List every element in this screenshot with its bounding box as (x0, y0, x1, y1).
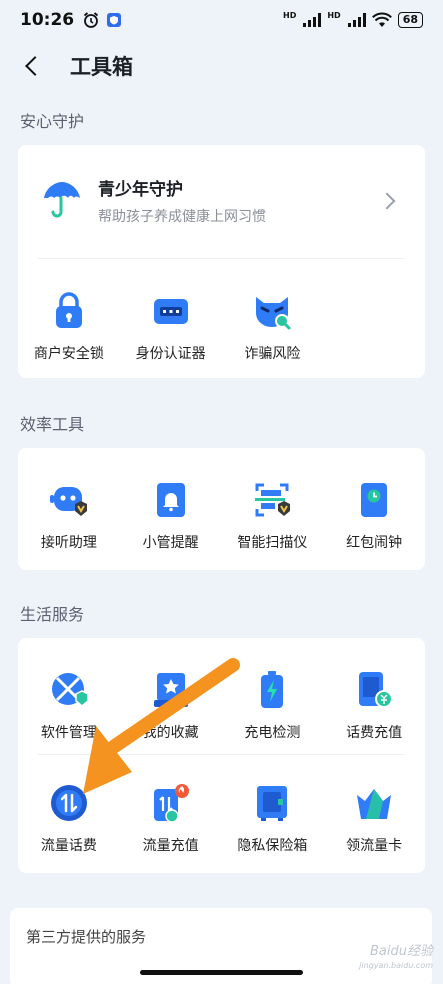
tool-my-favorites[interactable]: 我的收藏 (120, 670, 222, 742)
tool-call-assistant[interactable]: 接听助理 (18, 480, 120, 552)
battery-charge-icon (261, 671, 284, 708)
back-arrow-icon[interactable] (25, 56, 45, 76)
section-label-guard: 安心守护 (20, 112, 85, 131)
phone-recharge-icon (359, 672, 394, 708)
app-manage-icon (51, 673, 89, 707)
tool-fraud-risk[interactable]: 诈骗风险 (222, 291, 324, 363)
fraud-mask-icon (256, 297, 291, 330)
alarm-icon (84, 12, 99, 28)
scanner-icon (255, 483, 291, 517)
life-grid-row-1: 软件管理 我的收藏 充电检测 话费充值 (18, 670, 425, 742)
signal-icon-1 (303, 13, 322, 27)
guard-card: 青少年守护 帮助孩子养成健康上网习惯 商户安全锁 身份认证器 诈骗风险 (18, 145, 425, 378)
guard-grid-row: 商户安全锁 身份认证器 诈骗风险 (18, 291, 425, 363)
signal-icon-2 (347, 13, 366, 27)
efficiency-grid-row: 接听助理 小管提醒 智能扫描仪 红包闹钟 (18, 480, 425, 552)
divider (38, 258, 405, 259)
battery-indicator: 68 (397, 12, 423, 28)
tool-privacy-safe[interactable]: 隐私保险箱 (222, 783, 324, 855)
section-label-life: 生活服务 (20, 605, 85, 624)
tool-data-usage[interactable]: 流量话费 (18, 783, 120, 855)
page-header: 工具箱 (0, 44, 443, 88)
tool-reminder[interactable]: 小管提醒 (120, 480, 222, 552)
youth-guard-entry[interactable]: 青少年守护 帮助孩子养成健康上网习惯 (18, 145, 425, 255)
tool-data-recharge[interactable]: 流量充值 (120, 783, 222, 855)
tool-red-packet-alarm[interactable]: 红包闹钟 (323, 480, 425, 552)
life-grid-row-2: 流量话费 流量充值 隐私保险箱 领流量卡 (18, 783, 425, 855)
tool-app-manage[interactable]: 软件管理 (18, 670, 120, 742)
tool-phone-recharge[interactable]: 话费充值 (323, 670, 425, 742)
home-indicator[interactable] (140, 970, 303, 975)
tool-get-data-card[interactable]: 领流量卡 (323, 783, 425, 855)
divider (38, 754, 405, 755)
data-usage-icon (50, 785, 87, 821)
wifi-icon (371, 12, 392, 27)
watermark: Baidu经验 jingyan.baidu.com (359, 944, 433, 971)
umbrella-icon (44, 182, 80, 218)
tool-identity-authenticator[interactable]: 身份认证器 (120, 291, 222, 363)
status-time: 10:26 (20, 10, 75, 30)
clock-icon (361, 483, 388, 517)
efficiency-card: 接听助理 小管提醒 智能扫描仪 红包闹钟 (18, 448, 425, 570)
tool-smart-scanner[interactable]: 智能扫描仪 (222, 480, 324, 552)
tool-charge-detect[interactable]: 充电检测 (222, 670, 324, 742)
third-party-label: 第三方提供的服务 (26, 928, 147, 946)
star-folder-icon (153, 673, 188, 707)
chevron-right-icon (378, 192, 396, 210)
life-card: 软件管理 我的收藏 充电检测 话费充值 流量话费 流量充值 隐私保险箱 领流量卡 (18, 638, 425, 873)
bell-icon (156, 483, 185, 517)
tool-merchant-lock[interactable]: 商户安全锁 (18, 291, 120, 363)
safe-icon (257, 786, 288, 821)
data-recharge-icon (153, 784, 189, 823)
lock-icon (55, 292, 82, 328)
crown-card-icon (357, 789, 392, 819)
id-card-icon (153, 299, 188, 324)
status-bar: 10:26 HD HD 68 (0, 0, 443, 40)
page-title: 工具箱 (70, 55, 133, 79)
youth-guard-subtitle: 帮助孩子养成健康上网习惯 (98, 208, 266, 225)
section-label-efficiency: 效率工具 (20, 415, 85, 434)
shield-app-icon (107, 13, 122, 27)
youth-guard-title: 青少年守护 (98, 179, 183, 200)
robot-assistant-icon (49, 487, 87, 516)
